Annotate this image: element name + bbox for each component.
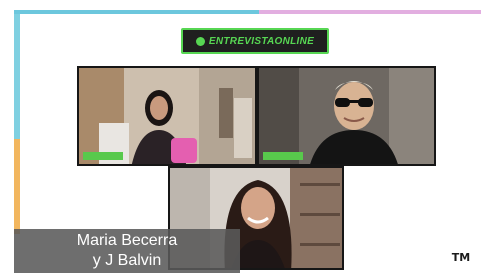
caption-line-1: Maria Becerra: [76, 232, 178, 249]
caption-line-2: y J Balvin: [92, 252, 162, 269]
lower-third-caption: Maria Becerra y J Balvin: [14, 229, 240, 273]
video-tile-participant-2[interactable]: [257, 66, 436, 166]
brand-dot-icon: [195, 36, 205, 46]
video-tile-participant-1[interactable]: [77, 66, 257, 166]
brand-badge: ENTREVISTAONLINE: [181, 28, 329, 54]
participant-1-name-tag: [83, 152, 123, 160]
brand-label: ENTREVISTAONLINE: [208, 35, 315, 47]
participant-2-name-tag: [263, 152, 303, 160]
corner-logo: TM: [451, 250, 471, 264]
top-accent-strip: [0, 0, 481, 14]
